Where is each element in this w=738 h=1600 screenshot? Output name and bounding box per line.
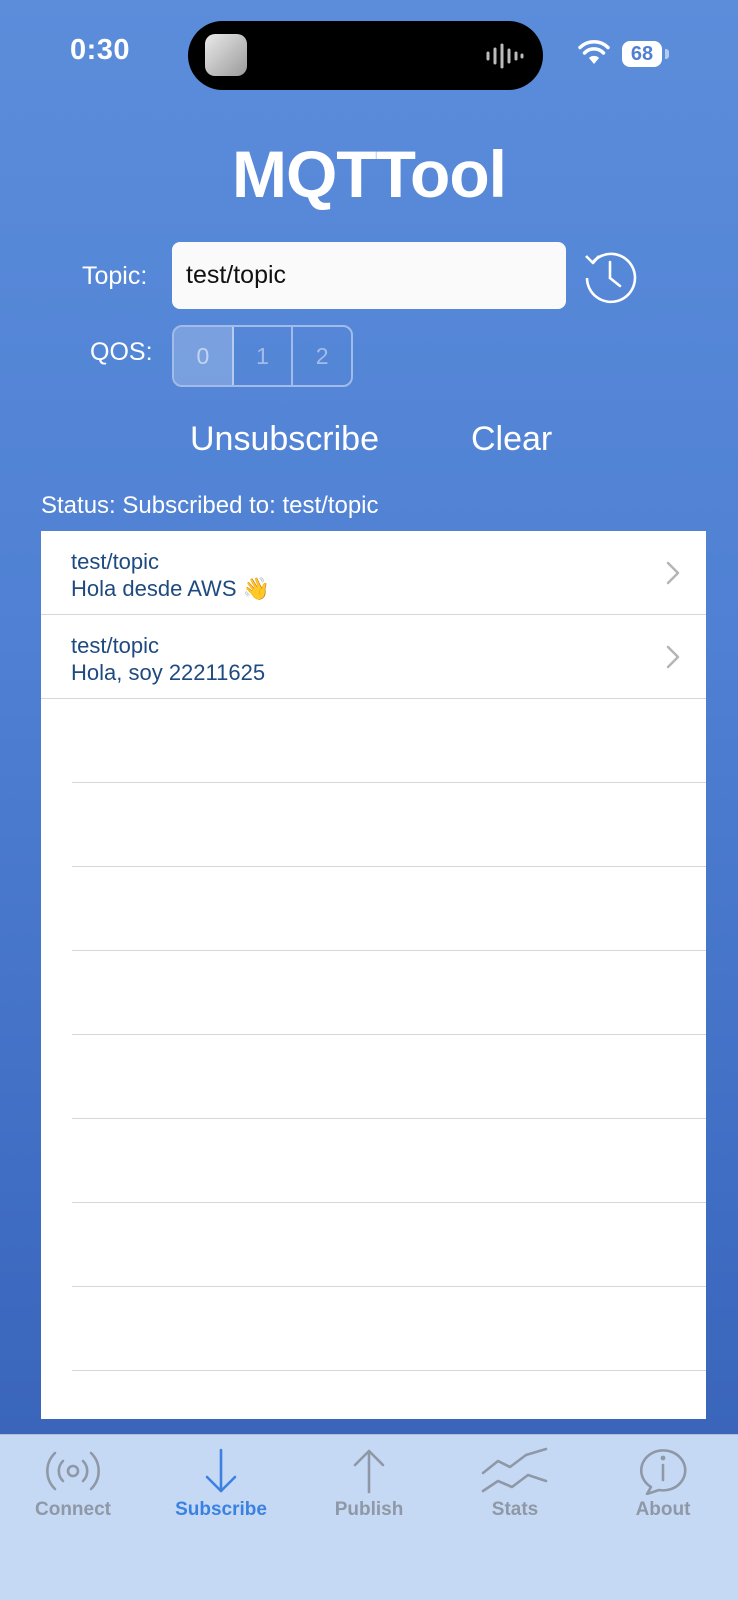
- qos-option-0[interactable]: 0: [174, 327, 234, 385]
- message-text: Hola, soy 22211625: [71, 660, 266, 685]
- empty-row: [72, 1035, 706, 1119]
- qos-option-1[interactable]: 1: [234, 327, 294, 385]
- unsubscribe-button[interactable]: Unsubscribe: [190, 420, 379, 459]
- message-text: Hola desde AWS 👋: [71, 576, 270, 601]
- app-title: MQTTool: [231, 137, 507, 211]
- message-row[interactable]: test/topic Hola desde AWS 👋: [41, 531, 706, 615]
- topic-label: Topic:: [82, 262, 148, 290]
- tab-publish[interactable]: Publish: [304, 1435, 434, 1545]
- empty-row: [72, 783, 706, 867]
- tab-label: Connect: [35, 1499, 111, 1520]
- tab-connect[interactable]: Connect: [8, 1435, 138, 1545]
- empty-row: [72, 699, 706, 783]
- status-time: 0:30: [70, 34, 131, 66]
- topic-input[interactable]: [172, 242, 566, 309]
- audio-wave-icon: [486, 43, 524, 69]
- tab-bar: Connect Subscribe Publish Stats About: [0, 1434, 738, 1600]
- empty-row: [72, 1287, 706, 1371]
- empty-row: [72, 951, 706, 1035]
- qos-segmented-control: 0 1 2: [172, 325, 353, 387]
- battery-indicator: 68: [622, 41, 662, 67]
- battery-cap: [665, 49, 669, 59]
- arrow-up-icon: [353, 1449, 385, 1494]
- status-text: Status: Subscribed to: test/topic: [41, 492, 379, 519]
- stats-chart-icon: [481, 1447, 548, 1493]
- now-playing-app-icon: [205, 34, 247, 76]
- qos-label: QOS:: [90, 338, 153, 366]
- tab-label: About: [635, 1499, 691, 1520]
- clear-button[interactable]: Clear: [471, 420, 552, 459]
- empty-row: [72, 867, 706, 951]
- arrow-down-icon: [205, 1448, 237, 1493]
- info-bubble-icon: [639, 1449, 687, 1495]
- empty-row: [72, 1119, 706, 1203]
- tab-stats[interactable]: Stats: [450, 1435, 580, 1545]
- qos-option-2[interactable]: 2: [293, 327, 351, 385]
- dynamic-island: [188, 21, 543, 90]
- chevron-right-icon: [666, 561, 680, 585]
- wifi-icon: [578, 40, 610, 64]
- tab-subscribe[interactable]: Subscribe: [156, 1435, 286, 1545]
- tab-label: Subscribe: [175, 1499, 267, 1520]
- message-topic: test/topic: [71, 549, 160, 574]
- tab-about[interactable]: About: [598, 1435, 728, 1545]
- message-list: test/topic Hola desde AWS 👋 test/topic H…: [41, 531, 706, 1419]
- empty-row: [72, 1203, 706, 1287]
- history-icon[interactable]: [582, 248, 638, 304]
- message-topic: test/topic: [71, 633, 160, 658]
- chevron-right-icon: [666, 645, 680, 669]
- tab-label: Publish: [334, 1499, 404, 1520]
- broadcast-icon: [46, 1451, 100, 1491]
- message-row[interactable]: test/topic Hola, soy 22211625: [41, 615, 706, 699]
- tab-label: Stats: [491, 1499, 539, 1520]
